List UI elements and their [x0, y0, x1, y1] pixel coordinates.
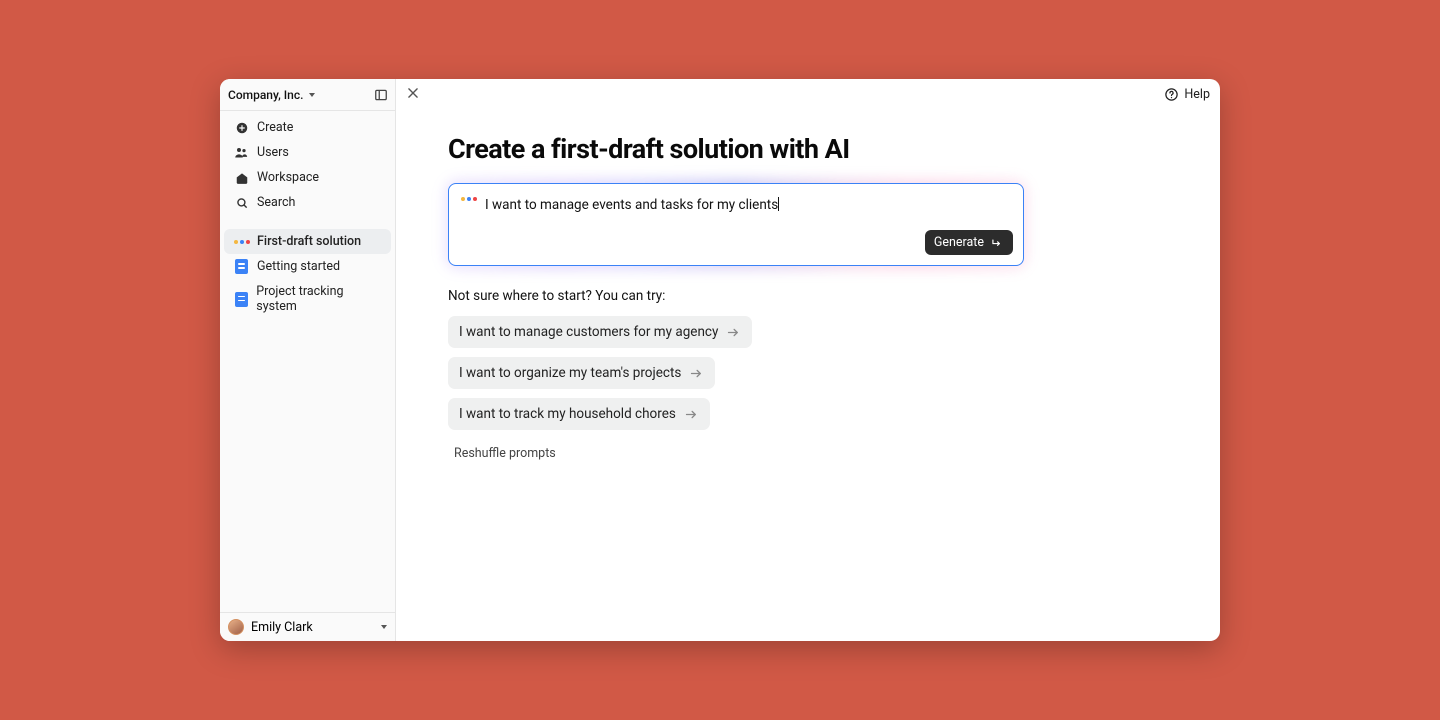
- ai-dots-icon: [461, 197, 477, 201]
- reshuffle-button[interactable]: Reshuffle prompts: [448, 442, 562, 465]
- page-first-draft[interactable]: First-draft solution: [224, 229, 391, 254]
- nav-search[interactable]: Search: [224, 190, 391, 215]
- suggestion-label: I want to organize my team's projects: [459, 365, 681, 381]
- generate-button[interactable]: Generate: [925, 230, 1013, 255]
- user-name: Emily Clark: [251, 620, 313, 635]
- nav-workspace-label: Workspace: [257, 170, 319, 185]
- main-panel: Help Create a first-draft solution with …: [396, 79, 1220, 641]
- suggestion-label: I want to track my household chores: [459, 406, 676, 422]
- close-button[interactable]: [406, 86, 424, 104]
- nav-users-label: Users: [257, 145, 289, 160]
- suggestion-item[interactable]: I want to manage customers for my agency: [448, 316, 752, 348]
- suggestions-list: I want to manage customers for my agency…: [448, 316, 1024, 430]
- page-getting-started-label: Getting started: [257, 259, 340, 274]
- primary-nav: Create Users Workspace Search: [220, 111, 395, 219]
- nav-create-label: Create: [257, 120, 293, 135]
- pages-list: First-draft solution Getting started Pro…: [220, 225, 395, 323]
- suggestions-hint: Not sure where to start? You can try:: [448, 288, 1024, 304]
- topbar: Help: [396, 79, 1220, 111]
- prompt-card: I want to manage events and tasks for my…: [448, 183, 1024, 266]
- users-icon: [234, 145, 249, 160]
- suggestion-item[interactable]: I want to organize my team's projects: [448, 357, 715, 389]
- app-window: Company, Inc. Create Users: [220, 79, 1220, 641]
- panel-toggle-icon[interactable]: [373, 87, 389, 103]
- suggestion-item[interactable]: I want to track my household chores: [448, 398, 710, 430]
- page-project-tracking-label: Project tracking system: [256, 284, 381, 314]
- page-first-draft-label: First-draft solution: [257, 234, 361, 249]
- caret-down-icon: [309, 93, 315, 97]
- arrow-right-icon: [689, 366, 704, 381]
- generate-label: Generate: [934, 235, 984, 250]
- ai-dots-icon: [234, 234, 249, 249]
- document-icon: [234, 292, 248, 307]
- page-project-tracking[interactable]: Project tracking system: [224, 279, 391, 319]
- nav-users[interactable]: Users: [224, 140, 391, 165]
- help-label: Help: [1184, 87, 1210, 102]
- workspace-switcher[interactable]: Company, Inc.: [220, 79, 395, 111]
- nav-search-label: Search: [257, 195, 295, 210]
- caret-down-icon: [381, 625, 387, 629]
- nav-create[interactable]: Create: [224, 115, 391, 140]
- prompt-input[interactable]: I want to manage events and tasks for my…: [485, 194, 1013, 215]
- avatar: [228, 619, 244, 635]
- suggestion-label: I want to manage customers for my agency: [459, 324, 718, 340]
- home-icon: [234, 170, 249, 185]
- arrow-right-icon: [684, 407, 699, 422]
- text-cursor: [778, 197, 779, 211]
- arrow-right-icon: [726, 325, 741, 340]
- company-name: Company, Inc.: [228, 88, 303, 102]
- prompt-input-text: I want to manage events and tasks for my…: [485, 197, 778, 213]
- plus-circle-icon: [234, 120, 249, 135]
- content: Create a first-draft solution with AI I …: [396, 111, 1076, 487]
- help-button[interactable]: Help: [1164, 87, 1210, 102]
- nav-workspace[interactable]: Workspace: [224, 165, 391, 190]
- page-getting-started[interactable]: Getting started: [224, 254, 391, 279]
- search-icon: [234, 195, 249, 210]
- page-title: Create a first-draft solution with AI: [448, 133, 1024, 165]
- document-icon: [234, 259, 249, 274]
- sidebar: Company, Inc. Create Users: [220, 79, 396, 641]
- user-menu[interactable]: Emily Clark: [220, 612, 395, 641]
